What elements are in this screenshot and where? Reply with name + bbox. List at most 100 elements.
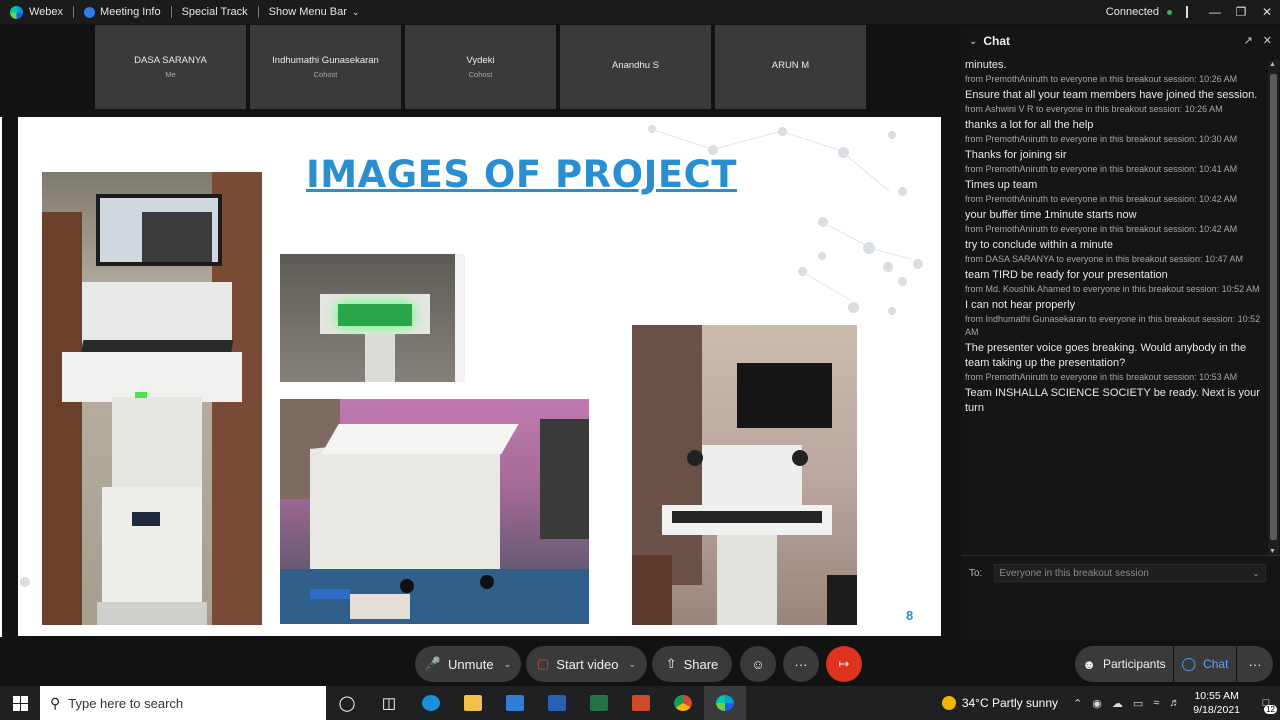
meeting-info-label: Meeting Info bbox=[100, 6, 161, 18]
divider bbox=[170, 6, 172, 18]
task-view-button[interactable]: ◫ bbox=[368, 686, 410, 720]
word-button[interactable] bbox=[536, 686, 578, 720]
chat-message-meta: from PremothAniruth to everyone in this … bbox=[965, 74, 1238, 84]
mail-button[interactable] bbox=[494, 686, 536, 720]
battery-icon[interactable]: ▭ bbox=[1133, 697, 1143, 710]
start-video-button[interactable]: ▢ Start video ⌄ bbox=[526, 646, 647, 682]
weather-widget[interactable]: 34°C Partly sunny bbox=[941, 696, 1058, 710]
chat-header[interactable]: ⌄ Chat bbox=[961, 26, 1280, 56]
taskbar-search[interactable]: ⚲ Type here to search bbox=[40, 686, 326, 720]
project-photo-box-cart bbox=[280, 399, 589, 624]
scroll-up-icon[interactable]: ▲ bbox=[1269, 61, 1276, 68]
video-off-icon: ▢ bbox=[537, 656, 550, 671]
special-track-label: Special Track bbox=[181, 6, 248, 18]
chevron-up-icon[interactable]: ⌃ bbox=[1073, 697, 1082, 710]
title-bar-right: Connected — ❐ ✕ bbox=[1106, 0, 1280, 24]
slide-page-number: 8 bbox=[906, 608, 914, 623]
webcam-icon[interactable]: ◉ bbox=[1092, 697, 1102, 710]
reactions-button[interactable]: ☺ bbox=[740, 646, 776, 682]
participant-name: Indhumathi Gunasekaran bbox=[272, 55, 379, 66]
chat-message-meta: from PremothAniruth to everyone in this … bbox=[965, 194, 1238, 204]
chat-panel: ⌄ Chat ↗ ✕ minutes. from PremothAniruth … bbox=[961, 26, 1280, 640]
decor-line bbox=[867, 247, 912, 260]
chevron-down-icon: ⌄ bbox=[351, 6, 360, 17]
chat-button[interactable]: ◯ Chat bbox=[1174, 646, 1236, 682]
minimize-button[interactable]: — bbox=[1202, 0, 1228, 24]
participant-name: ARUN M bbox=[771, 59, 810, 71]
system-tray: 34°C Partly sunny ⌃ ◉ ☁ ▭ ≈ ♬ 10:55 AM 9… bbox=[941, 686, 1280, 720]
webex-taskbar-button[interactable] bbox=[704, 686, 746, 720]
clock-date: 9/18/2021 bbox=[1193, 704, 1240, 716]
leave-meeting-button[interactable]: ↦ bbox=[826, 646, 862, 682]
clock[interactable]: 10:55 AM 9/18/2021 bbox=[1193, 689, 1240, 717]
show-menu-bar-button[interactable]: Show Menu Bar ⌄ bbox=[265, 0, 364, 24]
chat-header-actions: ↗ ✕ bbox=[1244, 34, 1272, 47]
unmute-label: Unmute bbox=[448, 656, 494, 672]
scroll-down-icon[interactable]: ▼ bbox=[1269, 548, 1276, 555]
participants-label: Participants bbox=[1102, 657, 1166, 671]
windows-taskbar: ⚲ Type here to search ◯ ◫ 34°C Partly su… bbox=[0, 686, 1280, 720]
muted-mic-icon: 🎤 bbox=[424, 656, 442, 671]
divider bbox=[257, 6, 259, 18]
start-button[interactable] bbox=[0, 686, 40, 720]
restore-button[interactable]: ❐ bbox=[1228, 0, 1254, 24]
share-icon: ⇧ bbox=[665, 656, 677, 671]
decor-line bbox=[802, 272, 851, 301]
webex-menu[interactable]: Webex bbox=[0, 0, 67, 24]
panel-more-button[interactable]: ··· bbox=[1237, 646, 1273, 682]
participant-role: Cohost bbox=[468, 70, 493, 79]
partly-sunny-icon bbox=[941, 696, 956, 710]
chat-message: The presenter voice goes breaking. Would… bbox=[965, 342, 1247, 369]
participants-button[interactable]: ☻ Participants bbox=[1075, 646, 1173, 682]
scroll-thumb[interactable] bbox=[1270, 74, 1277, 540]
participant-name: Vydeki bbox=[466, 55, 495, 66]
notification-center-button[interactable]: □ 12 bbox=[1252, 686, 1280, 720]
powerpoint-button[interactable] bbox=[620, 686, 662, 720]
edge-button[interactable] bbox=[410, 686, 452, 720]
chevron-down-icon[interactable]: ⌄ bbox=[628, 659, 636, 670]
pop-out-icon[interactable]: ↗ bbox=[1244, 34, 1253, 47]
participant-tile[interactable]: DASA SARANYA Me bbox=[95, 25, 246, 109]
leave-icon: ↦ bbox=[838, 656, 850, 671]
close-button[interactable]: ✕ bbox=[1254, 0, 1280, 24]
windows-logo-icon bbox=[12, 695, 28, 711]
cortana-button[interactable]: ◯ bbox=[326, 686, 368, 720]
weather-text: 34°C Partly sunny bbox=[961, 696, 1058, 710]
webex-icon bbox=[716, 695, 734, 711]
participant-role: Me bbox=[165, 70, 176, 79]
chrome-button[interactable] bbox=[662, 686, 704, 720]
chat-message: Times up team bbox=[965, 179, 1038, 191]
special-track-button[interactable]: Special Track bbox=[178, 0, 252, 24]
participant-name: DASA SARANYA bbox=[134, 55, 207, 66]
more-icon: ··· bbox=[794, 656, 808, 672]
network-icon[interactable]: ≈ bbox=[1153, 697, 1159, 709]
meeting-info-button[interactable]: Meeting Info bbox=[80, 0, 165, 24]
participant-tile[interactable]: Anandhu S bbox=[560, 25, 711, 109]
mail-icon bbox=[506, 695, 524, 711]
chat-message-meta: from Ashwini V R to everyone in this bre… bbox=[965, 104, 1223, 114]
chat-recipient-row: To: Everyone in this breakout session ⌄ bbox=[969, 564, 1267, 582]
excel-button[interactable] bbox=[578, 686, 620, 720]
chat-label: Chat bbox=[1203, 657, 1229, 671]
chat-messages[interactable]: minutes. from PremothAniruth to everyone… bbox=[961, 58, 1266, 558]
decor-line bbox=[651, 129, 712, 150]
chat-scrollbar[interactable]: ▲ ▼ bbox=[1268, 60, 1279, 556]
unmute-button[interactable]: 🎤 Unmute ⌄ bbox=[415, 646, 521, 682]
participant-tile[interactable]: ARUN M bbox=[715, 25, 866, 109]
participant-tile[interactable]: Indhumathi Gunasekaran Cohost bbox=[250, 25, 401, 109]
recipient-select[interactable]: Everyone in this breakout session ⌄ bbox=[994, 564, 1267, 582]
volume-icon[interactable]: ♬ bbox=[1169, 697, 1180, 709]
chevron-down-icon[interactable]: ⌄ bbox=[504, 659, 512, 670]
more-options-button[interactable]: ··· bbox=[783, 646, 819, 682]
share-button[interactable]: ⇧ Share bbox=[652, 646, 732, 682]
chevron-down-icon[interactable]: ⌄ bbox=[969, 36, 977, 47]
participant-tile[interactable]: Vydeki Cohost bbox=[405, 25, 556, 109]
decor-line bbox=[712, 130, 781, 150]
chat-bubble-icon: ◯ bbox=[1181, 656, 1197, 671]
onedrive-icon[interactable]: ☁ bbox=[1112, 697, 1123, 710]
close-icon[interactable]: ✕ bbox=[1263, 34, 1272, 47]
file-explorer-button[interactable] bbox=[452, 686, 494, 720]
chat-message: thanks a lot for all the help bbox=[965, 119, 1094, 131]
webex-logo-icon bbox=[10, 5, 23, 19]
person-icon: ☻ bbox=[1082, 656, 1096, 672]
